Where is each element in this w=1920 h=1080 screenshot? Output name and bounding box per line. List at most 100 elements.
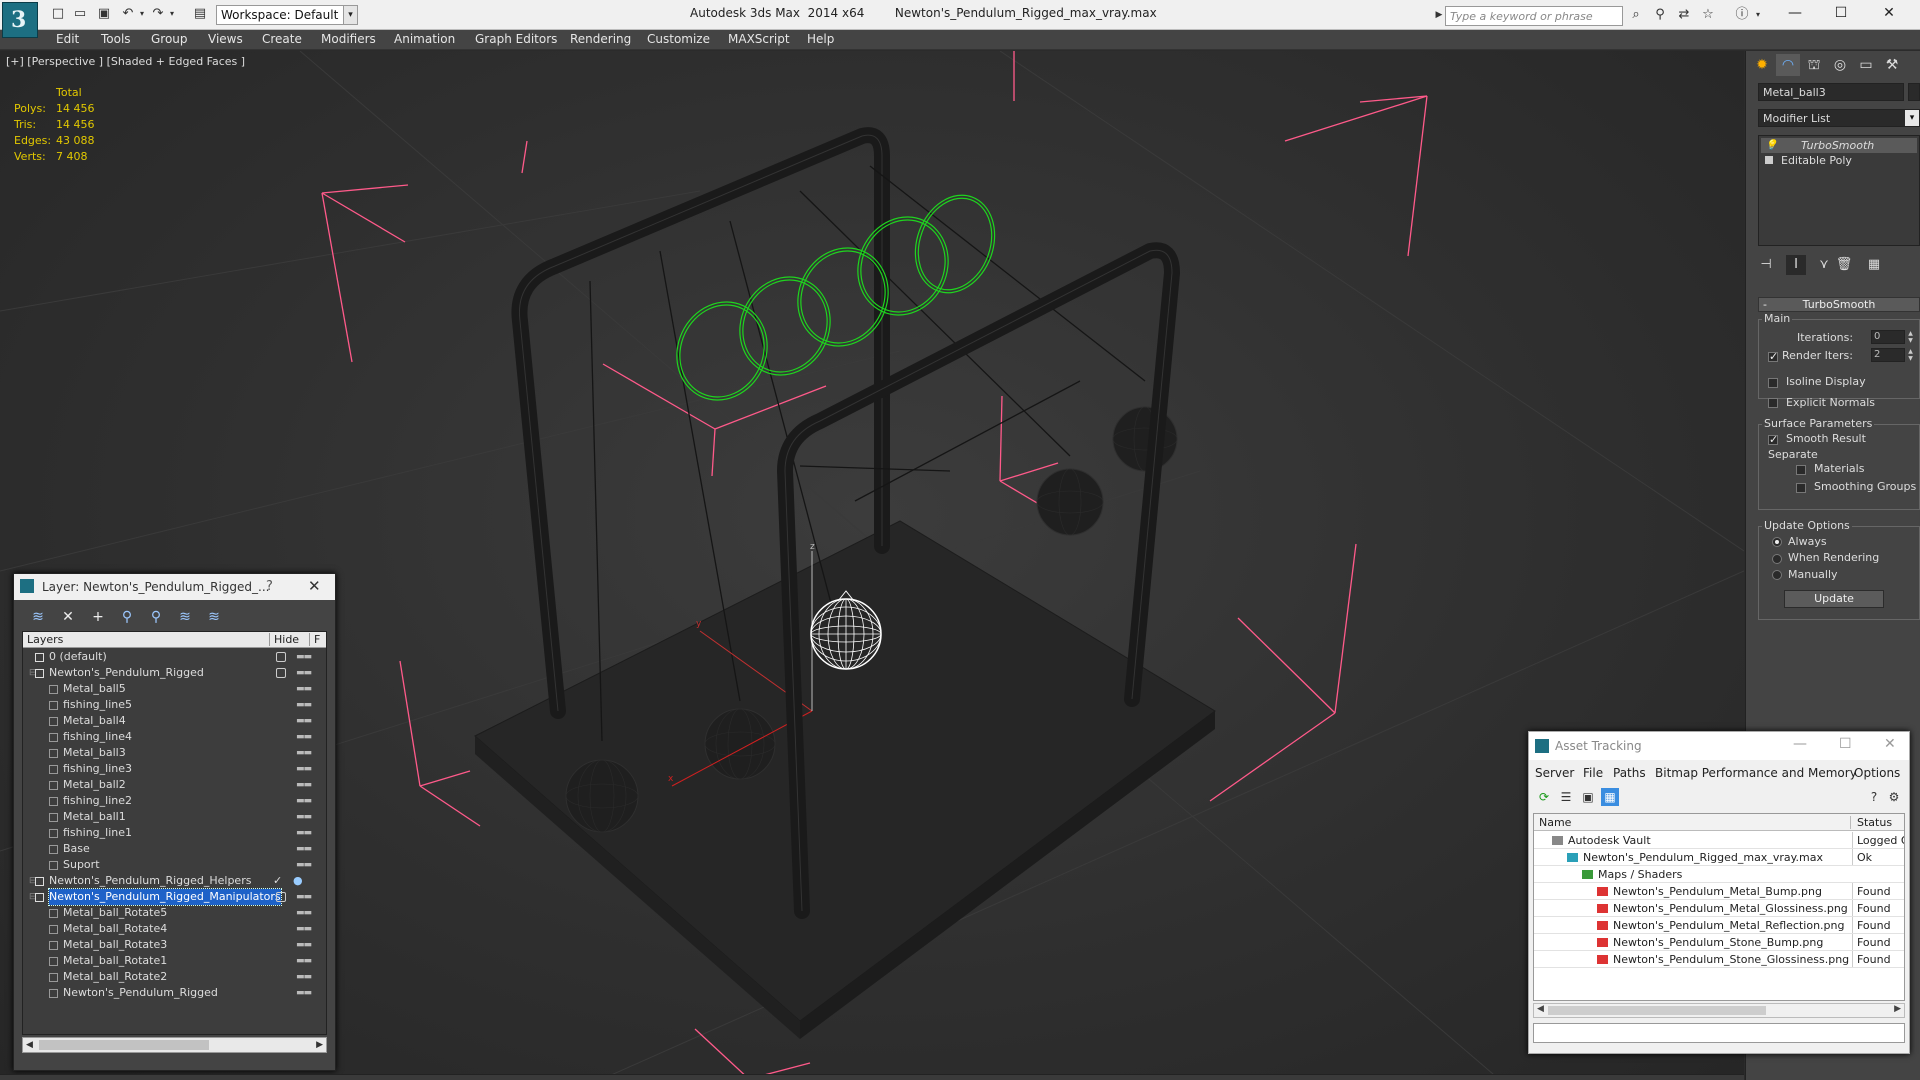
modify-tab-icon[interactable]: ◠ [1776, 54, 1800, 76]
save-file-icon[interactable]: ▣ [96, 6, 112, 22]
help-icon[interactable]: ⓘ [1734, 7, 1750, 23]
layer-row[interactable]: fishing_line3 ▬▬ [23, 761, 326, 777]
freeze-all-layers-icon[interactable]: ≋ [204, 607, 224, 627]
layer-row[interactable]: fishing_line4 ▬▬ [23, 729, 326, 745]
light-bulb-icon[interactable]: ● [293, 873, 303, 889]
spinner-arrows-icon[interactable]: ▲ ▼ [1906, 330, 1915, 344]
maximize-window-button[interactable]: ☐ [1818, 0, 1864, 28]
render-iters-spinner[interactable]: 2 [1871, 348, 1905, 362]
menu-create[interactable]: Create [262, 32, 302, 46]
pin-stack-icon[interactable]: ⊣ [1756, 255, 1776, 275]
render-iters-checkbox[interactable] [1768, 350, 1778, 363]
scroll-thumb[interactable] [1548, 1006, 1766, 1015]
create-layer-icon[interactable]: ≋ [28, 607, 48, 627]
active-layer-check-icon[interactable]: ✓ [273, 873, 282, 889]
menu-tools[interactable]: Tools [101, 32, 131, 46]
layer-row[interactable]: Metal_ball_Rotate2 ▬▬ [23, 969, 326, 985]
asset-menu-bitmap-performance[interactable]: Bitmap Performance and Memory [1655, 766, 1857, 780]
isoline-display-checkbox[interactable] [1768, 378, 1778, 388]
binoculars-icon[interactable]: ⌕ [1628, 7, 1644, 23]
menu-edit[interactable]: Edit [56, 32, 79, 46]
freeze-toggle[interactable]: ▬▬ [296, 697, 312, 713]
thumbnail-view-icon[interactable]: ▣ [1579, 788, 1597, 806]
menu-rendering[interactable]: Rendering [570, 32, 631, 46]
layer-row[interactable]: fishing_line5 ▬▬ [23, 697, 326, 713]
add-to-layer-icon[interactable]: + [88, 607, 108, 627]
asset-path-field[interactable] [1533, 1023, 1905, 1043]
layer-row[interactable]: Metal_ball3 ▬▬ [23, 745, 326, 761]
freeze-toggle[interactable]: ▬▬ [296, 825, 312, 841]
spinner-arrows-icon[interactable]: ▲ ▼ [1906, 348, 1915, 362]
maximize-icon[interactable]: ☐ [1839, 736, 1852, 752]
layer-row[interactable]: Base ▬▬ [23, 841, 326, 857]
layer-row[interactable]: Metal_ball5 ▬▬ [23, 681, 326, 697]
freeze-toggle[interactable]: ▬▬ [296, 905, 312, 921]
asset-tracking-title-bar[interactable]: Asset Tracking — ☐ ✕ [1529, 732, 1909, 760]
select-objects-icon[interactable]: ⚲ [117, 607, 137, 627]
asset-row[interactable]: Newton's_Pendulum_Rigged_max_vray.max Ok [1534, 849, 1904, 866]
layer-row[interactable]: Metal_ball_Rotate5 ▬▬ [23, 905, 326, 921]
motion-tab-icon[interactable]: ◎ [1828, 54, 1852, 76]
freeze-toggle[interactable]: ▬▬ [296, 921, 312, 937]
freeze-toggle[interactable]: ▬▬ [296, 841, 312, 857]
exchange-icon[interactable]: ⇄ [1676, 7, 1692, 23]
layer-row[interactable]: Metal_ball_Rotate4 ▬▬ [23, 921, 326, 937]
when-rendering-radio[interactable] [1772, 554, 1782, 564]
configure-modifier-sets-icon[interactable]: ▦ [1864, 255, 1884, 275]
remove-modifier-icon[interactable]: 🗑 [1834, 255, 1854, 275]
asset-row[interactable]: Newton's_Pendulum_Metal_Reflection.png Fo… [1534, 917, 1904, 934]
explicit-normals-checkbox[interactable] [1768, 398, 1778, 408]
refresh-icon[interactable]: ⟳ [1535, 788, 1553, 806]
list-view-icon[interactable]: ☰ [1557, 788, 1575, 806]
freeze-toggle[interactable]: ▬▬ [296, 761, 312, 777]
layer-row[interactable]: fishing_line1 ▬▬ [23, 825, 326, 841]
update-button[interactable]: Update [1784, 590, 1884, 608]
layer-row[interactable]: fishing_line2 ▬▬ [23, 793, 326, 809]
asset-row[interactable]: Newton's_Pendulum_Stone_Bump.png Found [1534, 934, 1904, 951]
freeze-toggle[interactable]: ▬▬ [296, 649, 312, 665]
hierarchy-tab-icon[interactable]: ⛫ [1802, 54, 1826, 76]
layer-row[interactable]: Suport ▬▬ [23, 857, 326, 873]
freeze-toggle[interactable]: ▬▬ [296, 889, 312, 905]
freeze-toggle[interactable]: ▬▬ [296, 793, 312, 809]
asset-row[interactable]: Autodesk Vault Logged Out [1534, 832, 1904, 849]
layer-horizontal-scrollbar[interactable]: ◀ ▶ [22, 1037, 327, 1053]
app-menu-button[interactable]: 3 [2, 2, 38, 38]
modifier-list-dropdown[interactable]: Modifier List ▾ [1758, 109, 1920, 127]
create-tab-icon[interactable]: ✹ [1750, 54, 1774, 76]
menu-maxscript[interactable]: MAXScript [728, 32, 790, 46]
freeze-toggle[interactable]: ▬▬ [296, 953, 312, 969]
freeze-toggle[interactable]: ▬▬ [296, 857, 312, 873]
freeze-toggle[interactable]: ▬▬ [296, 809, 312, 825]
display-tab-icon[interactable]: ▭ [1854, 54, 1878, 76]
asset-menu-file[interactable]: File [1583, 766, 1603, 780]
asset-horizontal-scrollbar[interactable]: ◀ ▶ [1533, 1003, 1905, 1018]
menu-customize[interactable]: Customize [647, 32, 710, 46]
help-dropdown-icon[interactable]: ▾ [1750, 7, 1766, 23]
layer-row[interactable]: Metal_ball2 ▬▬ [23, 777, 326, 793]
delete-layer-icon[interactable]: ✕ [58, 607, 78, 627]
asset-row[interactable]: Newton's_Pendulum_Metal_Glossiness.png Fo… [1534, 900, 1904, 917]
column-status[interactable]: Status [1850, 816, 1904, 829]
scroll-right-icon[interactable]: ▶ [1894, 1004, 1901, 1014]
layer-row[interactable]: Metal_ball_Rotate3 ▬▬ [23, 937, 326, 953]
layer-row[interactable]: ⊟ Newton's_Pendulum_Rigged ▬▬ [23, 665, 326, 681]
asset-menu-paths[interactable]: Paths [1613, 766, 1646, 780]
layer-row[interactable]: Metal_ball_Rotate1 ▬▬ [23, 953, 326, 969]
scroll-left-icon[interactable]: ◀ [1537, 1004, 1544, 1014]
redo-dropdown-icon[interactable]: ▾ [164, 6, 180, 22]
layer-row[interactable]: 0 (default) ▬▬ [23, 649, 326, 665]
communication-center-icon[interactable]: ⚲ [1652, 7, 1668, 23]
menu-views[interactable]: Views [208, 32, 243, 46]
minimize-window-button[interactable]: — [1772, 0, 1818, 28]
layer-row[interactable]: ⊟ Newton's_Pendulum_Rigged_Manipulators ▬▬ [23, 888, 326, 906]
smooth-result-checkbox[interactable] [1768, 433, 1778, 446]
freeze-toggle[interactable]: ▬▬ [296, 985, 312, 1001]
asset-row[interactable]: Newton's_Pendulum_Metal_Bump.png Found [1534, 883, 1904, 900]
hide-toggle[interactable] [276, 668, 286, 678]
utilities-tab-icon[interactable]: ⚒ [1880, 54, 1904, 76]
freeze-toggle[interactable]: ▬▬ [296, 729, 312, 745]
new-file-icon[interactable]: □ [50, 6, 66, 22]
help-icon[interactable]: ? [266, 579, 273, 594]
menu-animation[interactable]: Animation [394, 32, 455, 46]
